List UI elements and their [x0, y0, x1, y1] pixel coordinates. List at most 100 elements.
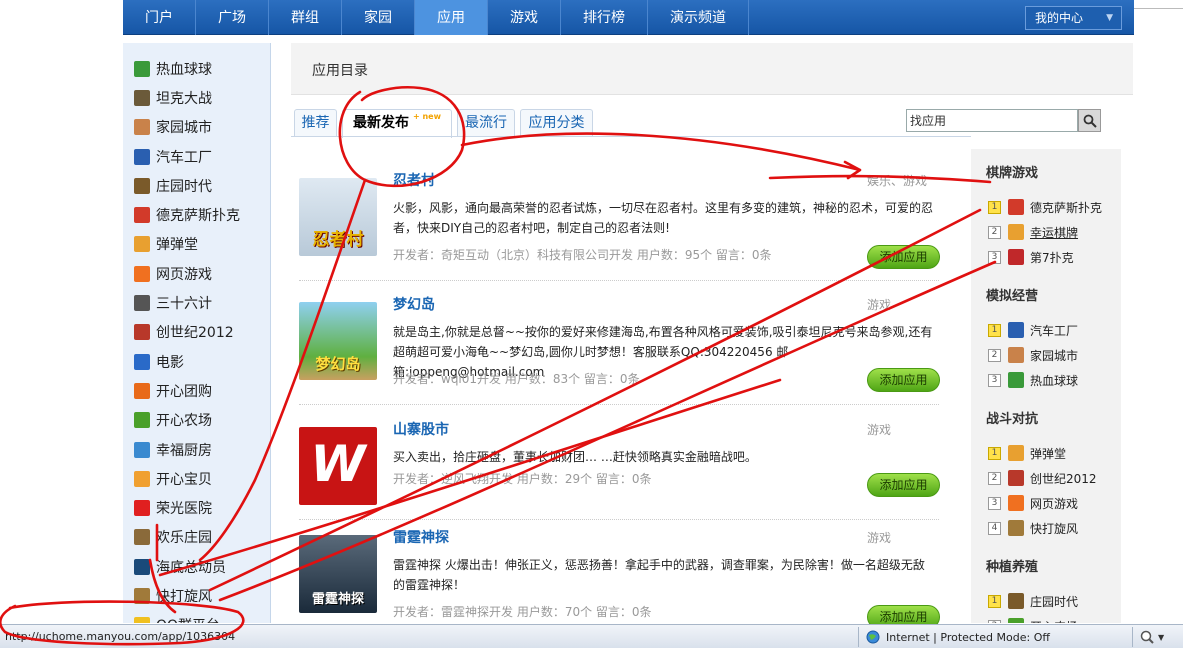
divider	[299, 280, 939, 281]
sidebar-item[interactable]: 热血球球	[123, 54, 270, 83]
sidebar-item-label: 三十六计	[156, 296, 212, 313]
magnifier-icon	[1140, 630, 1154, 644]
nav-item[interactable]: 广场	[196, 0, 269, 35]
search-input[interactable]	[906, 109, 1078, 132]
tab-recommend[interactable]: 推荐	[294, 109, 337, 136]
rank-group-title: 模拟经营	[986, 289, 1039, 304]
nav-items: 门户 广场 群组 家园 应用 游戏 排行榜 演示频道	[123, 0, 749, 35]
sidebar-item[interactable]: 汽车工厂	[123, 142, 270, 171]
rank-number: 2	[988, 225, 1001, 239]
rank-number: 3	[988, 250, 1001, 264]
sidebar-item-label: QQ群平台	[156, 615, 220, 623]
divider	[299, 519, 939, 520]
rank-item[interactable]: 1 庄园时代	[988, 590, 1078, 612]
nav-item[interactable]: 演示频道	[648, 0, 749, 35]
app-description: 雷霆神探 火爆出击！伸张正义，惩恶扬善！拿起手中的武器，调查罪案，为民除害！做一…	[393, 558, 925, 592]
rank-item[interactable]: 2 创世纪2012	[988, 467, 1097, 489]
sidebar-item[interactable]: 电影	[123, 347, 270, 376]
app-category: 游戏	[867, 423, 892, 437]
tab-label: 最流行	[465, 115, 507, 131]
sidebar-item[interactable]: 庄园时代	[123, 171, 270, 200]
sidebar-item-label: 坦克大战	[156, 90, 212, 107]
rank-group-title: 棋牌游戏	[986, 166, 1039, 181]
app-thumbnail[interactable]: 雷霆神探	[299, 535, 377, 613]
rank-item[interactable]: 2 幸运棋牌	[988, 221, 1078, 243]
sidebar-item[interactable]: 幸福厨房	[123, 435, 270, 464]
app-thumbnail-text: 雷霆神探	[311, 592, 364, 607]
app-name-link[interactable]: 雷霆神探	[393, 527, 449, 547]
sidebar-item-label: 电影	[156, 354, 184, 371]
sidebar-item[interactable]: QQ群平台	[123, 611, 270, 623]
new-badge: + new	[413, 112, 441, 121]
nav-item[interactable]: 排行榜	[561, 0, 648, 35]
sidebar-item[interactable]: 家园城市	[123, 113, 270, 142]
rank-item-name: 开心农场	[1030, 618, 1078, 624]
qq-icon	[134, 617, 150, 623]
tab-categories[interactable]: 应用分类	[520, 109, 593, 136]
app-thumbnail[interactable]: 忍者村	[299, 178, 377, 256]
sidebar-item-label: 弹弹堂	[156, 237, 198, 254]
rank-item[interactable]: 1 汽车工厂	[988, 319, 1078, 341]
rank-number: 2	[988, 619, 1001, 623]
sidebar-item[interactable]: 网页游戏	[123, 259, 270, 288]
rank-item[interactable]: 2 开心农场	[988, 615, 1078, 623]
sidebar-item[interactable]: 快打旋风	[123, 581, 270, 610]
zoom-control[interactable]: ▼	[1140, 627, 1164, 647]
rank-item[interactable]: 3 第7扑克	[988, 246, 1074, 268]
sidebar-item-label: 家园城市	[156, 120, 212, 137]
sidebar-item[interactable]: 开心宝贝	[123, 464, 270, 493]
nav-item[interactable]: 游戏	[488, 0, 561, 35]
app-name-link[interactable]: 忍者村	[393, 170, 435, 190]
house-icon	[1008, 347, 1024, 363]
sidebar-item[interactable]: 欢乐庄园	[123, 523, 270, 552]
nav-item[interactable]: 门户	[123, 0, 196, 35]
genesis-icon	[134, 324, 150, 341]
sidebar-item[interactable]: 荣光医院	[123, 493, 270, 522]
sidebar-item[interactable]: 坦克大战	[123, 83, 270, 112]
security-zone[interactable]: Internet | Protected Mode: Off	[866, 627, 1050, 647]
sprout-icon	[134, 412, 150, 429]
sidebar-item[interactable]: 三十六计	[123, 288, 270, 317]
add-app-button[interactable]: 添加应用	[867, 473, 940, 497]
rank-item[interactable]: 4 快打旋风	[988, 517, 1078, 539]
chevron-down-icon: ▼	[1158, 632, 1165, 642]
app-list-item: 梦幻岛 梦幻岛 游戏 就是岛主,你就是总督~~按你的爱好来修建海岛,布置各种风格可爱装…	[299, 294, 940, 416]
sidebar-item[interactable]: 开心农场	[123, 406, 270, 435]
sidebar-item-label: 开心农场	[156, 413, 212, 430]
app-category: 游戏	[867, 298, 892, 312]
rank-item[interactable]: 1 弹弹堂	[988, 442, 1066, 464]
divider	[299, 404, 939, 405]
film-icon	[134, 353, 150, 370]
rank-item[interactable]: 2 家园城市	[988, 344, 1078, 366]
search-button[interactable]	[1078, 109, 1101, 132]
add-app-button[interactable]: 添加应用	[867, 368, 940, 392]
my-center-dropdown[interactable]: 我的中心 ▼	[1025, 6, 1122, 30]
rank-item[interactable]: 3 网页游戏	[988, 492, 1078, 514]
sidebar-item[interactable]: 德克萨斯扑克	[123, 200, 270, 229]
app-description: 买入卖出，拾庄砸盘，董事长加财团… …赶快领略真实金融暗战吧。	[393, 450, 757, 464]
app-meta: 开发者：逆风飞翔开发 用户数：29个 留言：0条	[393, 472, 652, 486]
rank-group-title: 种植养殖	[986, 560, 1039, 575]
genesis-icon	[1008, 470, 1024, 486]
tab-popular[interactable]: 最流行	[457, 109, 515, 136]
sidebar-item[interactable]: 创世纪2012	[123, 318, 270, 347]
app-thumbnail[interactable]: W	[299, 427, 377, 505]
nav-item[interactable]: 群组	[269, 0, 342, 35]
sidebar-item-label: 开心宝贝	[156, 471, 212, 488]
nav-item[interactable]: 应用	[415, 0, 488, 35]
sidebar-item[interactable]: 弹弹堂	[123, 230, 270, 259]
sidebar-item-label: 汽车工厂	[156, 149, 212, 166]
sidebar-item[interactable]: 海底总动员	[123, 552, 270, 581]
app-thumbnail-text: 忍者村	[312, 230, 364, 250]
add-app-button[interactable]: 添加应用	[867, 245, 940, 269]
rank-item[interactable]: 3 热血球球	[988, 369, 1078, 391]
tab-latest[interactable]: 最新发布 + new	[342, 109, 452, 138]
sidebar-item[interactable]: 开心团购	[123, 376, 270, 405]
game-icon	[1008, 495, 1024, 511]
app-thumbnail[interactable]: 梦幻岛	[299, 302, 377, 380]
divider	[1134, 8, 1183, 9]
nav-item[interactable]: 家园	[342, 0, 415, 35]
rank-item[interactable]: 1 德克萨斯扑克	[988, 196, 1102, 218]
app-name-link[interactable]: 梦幻岛	[393, 294, 435, 314]
app-name-link[interactable]: 山寨股市	[393, 419, 449, 439]
